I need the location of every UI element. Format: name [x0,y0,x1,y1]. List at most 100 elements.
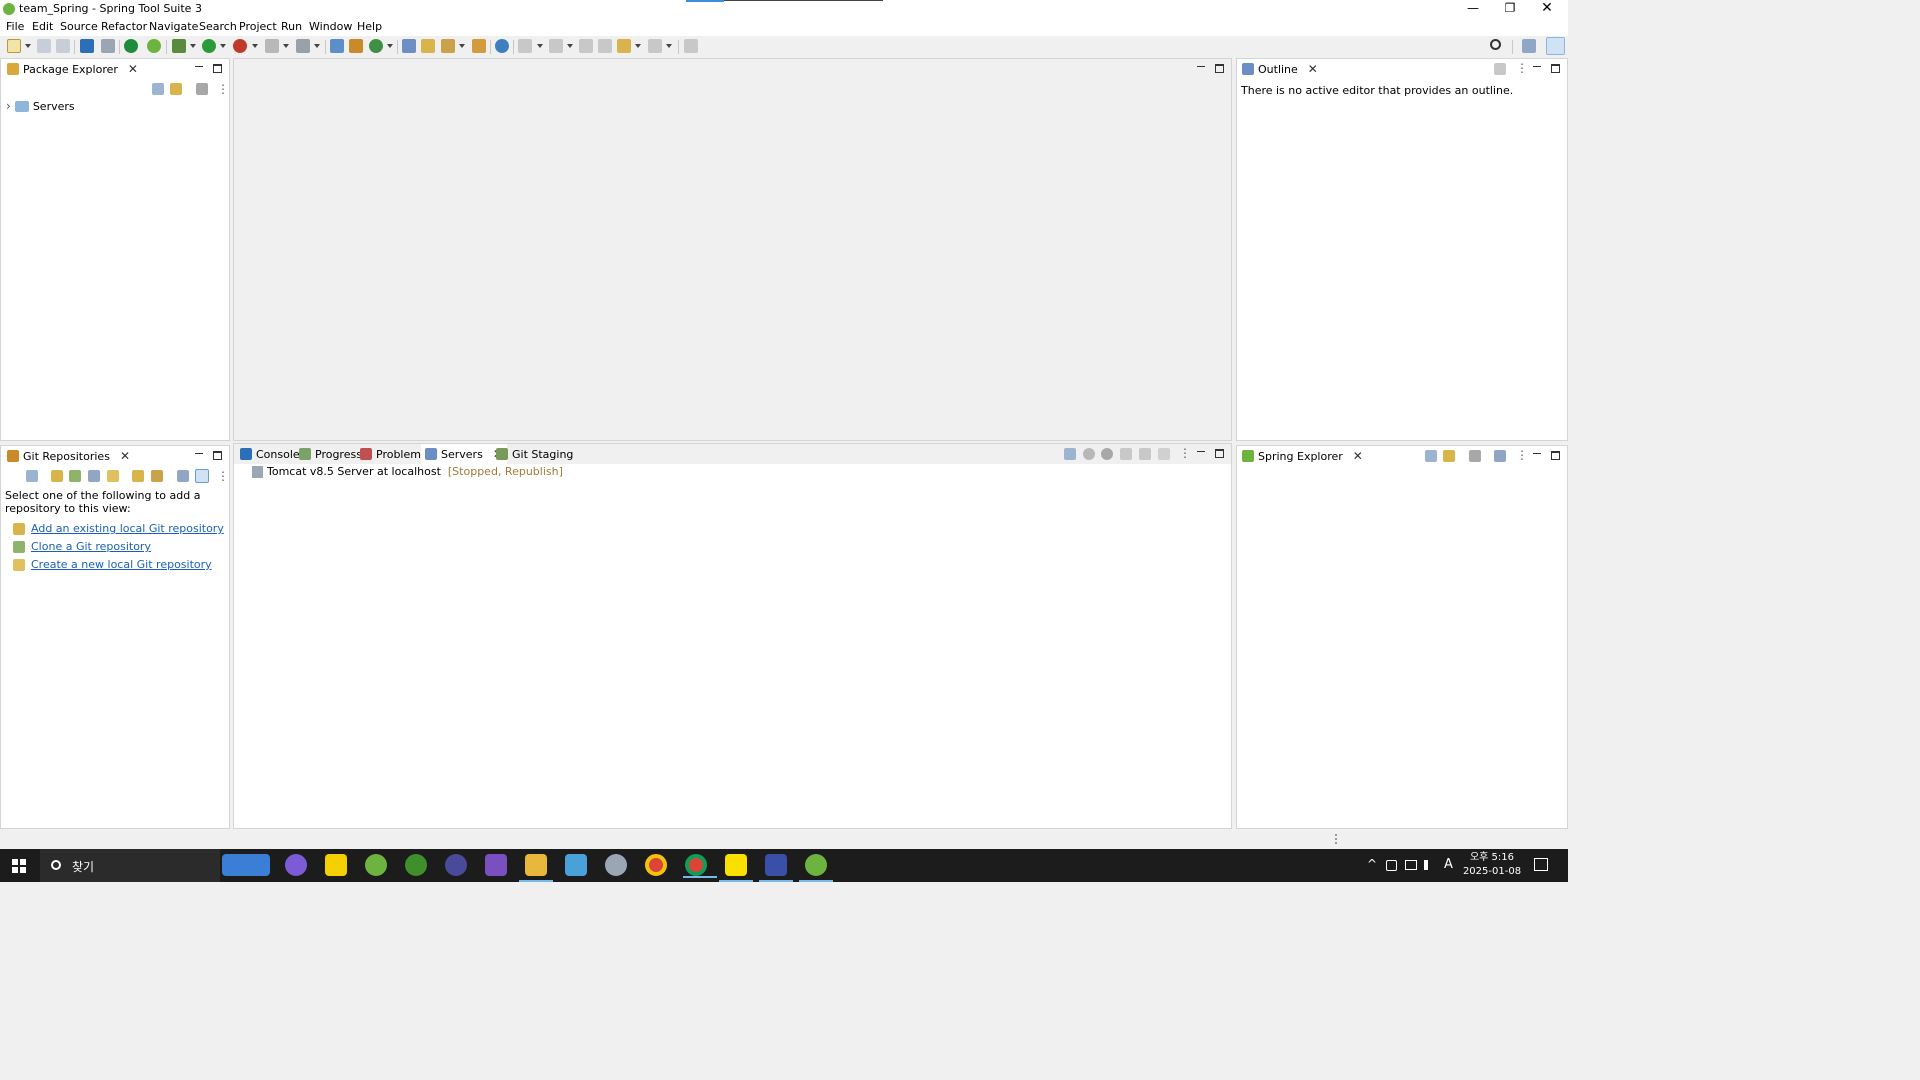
profile-server-icon[interactable] [1120,448,1132,460]
run-icon[interactable] [202,39,216,53]
collapse-all-icon[interactable] [1064,448,1076,460]
pin-editor-icon[interactable] [684,39,698,53]
deploy-icon[interactable] [296,39,310,53]
add-repository-icon[interactable] [51,470,63,482]
menu-search[interactable]: Search [199,20,237,33]
stop-icon[interactable] [265,39,279,53]
search-tool-icon[interactable] [441,39,455,53]
stop-server-icon[interactable] [1139,448,1151,460]
ime-indicator[interactable]: A [1444,857,1453,872]
restore-button[interactable]: ❐ [1492,0,1528,18]
kakaotalk-icon[interactable] [719,854,753,882]
new-java-project-icon[interactable] [330,39,344,53]
menu-window[interactable]: Window [309,20,352,33]
next-annotation-dropdown-icon[interactable] [537,44,543,48]
show-branches-icon[interactable] [195,469,209,483]
spring-boot-app-icon[interactable] [405,854,427,876]
minimize-button[interactable]: — [1455,0,1491,18]
start-server-icon[interactable] [1101,448,1113,460]
tab-package-explorer[interactable]: Package Explorer ✕ [3,59,142,79]
menu-project[interactable]: Project [239,20,277,33]
minimize-view-icon[interactable] [194,449,204,459]
maximize-view-icon[interactable] [213,64,222,73]
debug-server-icon[interactable] [1083,448,1095,460]
open-resource-icon[interactable] [421,39,435,53]
focus-on-task-icon[interactable] [196,83,208,95]
server-row[interactable]: Tomcat v8.5 Server at localhost [Stopped… [252,465,563,478]
search-dropdown-icon[interactable] [459,44,465,48]
close-icon[interactable]: ✕ [128,62,138,76]
spring-tool-suite-app-icon[interactable] [365,854,387,876]
tab-console[interactable]: Console [236,444,304,464]
clone-repository-link[interactable]: Clone a Git repository [31,540,151,553]
clone-repository-icon[interactable] [69,470,81,482]
menu-file[interactable]: File [6,20,24,33]
volume-muted-icon[interactable] [1424,860,1434,870]
view-menu-icon[interactable] [217,82,229,96]
menu-navigate[interactable]: Navigate [149,20,198,33]
run-dropdown-icon[interactable] [220,44,226,48]
eclipse-icon[interactable] [445,854,467,876]
view-menu-icon[interactable] [217,469,229,483]
maximize-editor-icon[interactable] [1215,64,1224,73]
minimize-view-icon[interactable] [1532,449,1542,459]
debug-icon[interactable] [172,39,186,53]
close-window-button[interactable]: ✕ [1529,0,1565,18]
collapse-all-icon[interactable] [26,470,38,482]
tab-git-repositories[interactable]: Git Repositories ✕ [3,446,134,466]
collapse-all-icon[interactable] [1425,450,1437,462]
external-tools-dropdown-icon[interactable] [252,44,258,48]
tab-spring-explorer[interactable]: Spring Explorer ✕ [1238,446,1367,466]
terminal-icon[interactable] [80,39,94,53]
file-explorer-icon[interactable] [519,854,553,882]
chevron-right-icon[interactable]: › [6,99,11,113]
back-icon[interactable] [617,39,631,53]
focus-on-task-icon[interactable] [1494,63,1506,75]
view-menu-icon[interactable] [1516,448,1528,462]
menu-help[interactable]: Help [357,20,382,33]
debug-dropdown-icon[interactable] [190,44,196,48]
next-annotation-icon[interactable] [518,39,532,53]
forward-icon[interactable] [648,39,662,53]
publish-server-icon[interactable] [1158,448,1170,460]
stop-dropdown-icon[interactable] [283,44,289,48]
external-tools-icon[interactable] [233,39,247,53]
copilot-icon[interactable] [285,854,307,876]
tab-outline[interactable]: Outline ✕ [1238,59,1322,79]
chrome-profile-icon[interactable] [683,854,717,878]
new-repository-icon[interactable] [107,470,119,482]
deploy-dropdown-icon[interactable] [314,44,320,48]
meet-now-icon[interactable] [1386,860,1397,871]
network-icon[interactable] [1405,860,1417,870]
maximize-view-icon[interactable] [1551,451,1560,460]
minimize-view-icon[interactable] [1196,447,1206,457]
minimize-view-icon[interactable] [194,62,204,72]
link-with-editor-icon[interactable] [1443,450,1455,462]
maximize-view-icon[interactable] [1551,64,1560,73]
tree-item-servers[interactable]: › Servers [6,99,75,113]
save-all-icon[interactable] [56,39,70,53]
save-icon[interactable] [37,39,51,53]
last-edit-icon[interactable] [579,39,593,53]
menu-edit[interactable]: Edit [32,20,53,33]
search-icon[interactable] [1490,39,1501,50]
view-menu-icon[interactable] [1179,446,1191,460]
close-icon[interactable]: ✕ [120,449,130,463]
visual-studio-icon[interactable] [485,854,507,876]
search-highlight-icon[interactable] [222,854,270,876]
forward-edit-icon[interactable] [598,39,612,53]
open-task-icon[interactable] [472,39,486,53]
maximize-view-icon[interactable] [213,451,222,460]
spring-perspective-icon[interactable] [1546,37,1565,55]
filter-icon[interactable] [1469,450,1481,462]
menu-source[interactable]: Source [60,20,98,33]
view-menu-icon[interactable] [1516,61,1528,75]
spring-tool-suite-active-icon[interactable] [799,854,833,882]
new-dropdown-icon[interactable] [25,44,31,48]
notepad-icon[interactable] [565,854,587,876]
notification-icon[interactable] [1534,858,1548,871]
boot-dashboard-icon[interactable] [124,39,138,53]
new-package-icon[interactable] [349,39,363,53]
windows-start-icon[interactable] [12,859,26,873]
skip-breakpoints-icon[interactable] [101,39,115,53]
